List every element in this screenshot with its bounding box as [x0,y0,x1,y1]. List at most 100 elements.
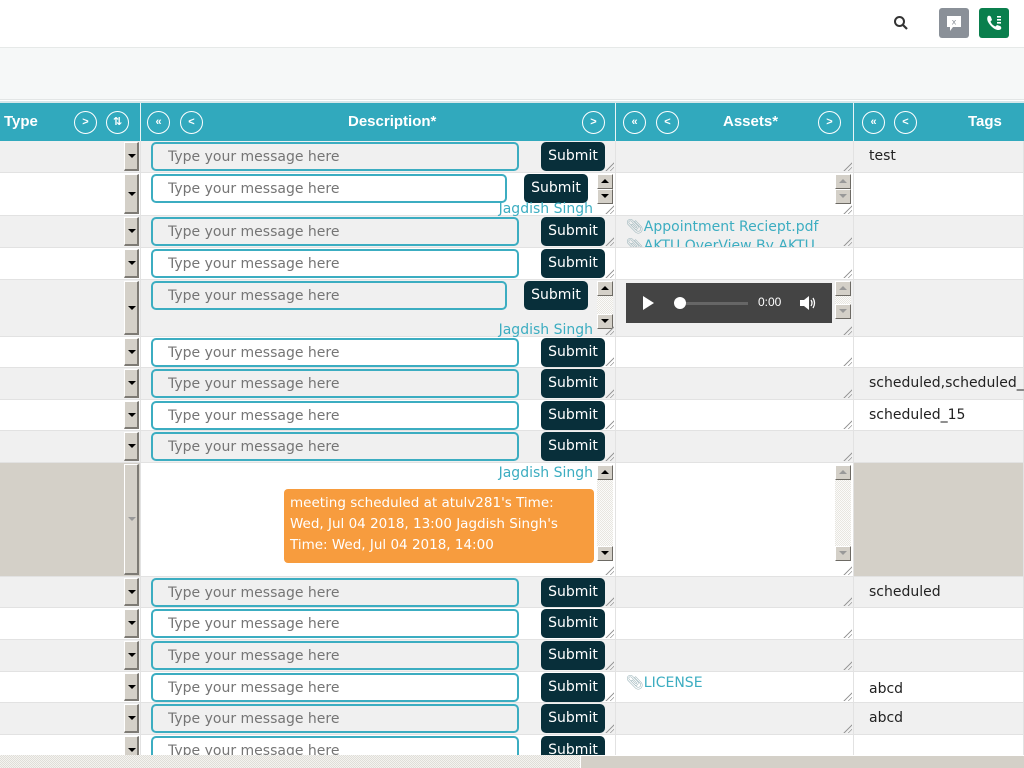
submit-button[interactable]: Submit [541,609,605,638]
resize-handle[interactable] [604,356,614,366]
submit-button[interactable]: Submit [541,401,605,430]
first-column-button[interactable]: « [862,111,885,134]
resize-handle[interactable] [604,268,614,278]
prev-column-button[interactable]: < [656,111,679,134]
scroll-up-button[interactable] [597,174,613,189]
table-row[interactable]: Submit scheduled,scheduled_30 [0,368,1024,400]
type-dropdown[interactable] [124,249,139,278]
resize-handle[interactable] [842,325,852,335]
resize-handle[interactable] [604,419,614,429]
submit-button[interactable]: Submit [524,174,588,203]
submit-button[interactable]: Submit [541,736,605,755]
message-input[interactable] [151,338,519,367]
resize-handle[interactable] [842,236,852,246]
table-row[interactable]: Submit abcd [0,703,1024,735]
submit-button[interactable]: Submit [541,578,605,607]
resize-handle[interactable] [604,388,614,398]
scroll-up-button[interactable] [597,281,613,296]
first-column-button[interactable]: « [623,111,646,134]
resize-handle[interactable] [604,723,614,733]
message-input[interactable] [151,609,519,638]
asset-link[interactable]: 📎︎LICENSE [626,675,703,691]
table-row[interactable]: Submit test [0,141,1024,173]
asset-link[interactable]: 📎︎AKTU OverView By AKTU... [626,238,828,247]
type-dropdown[interactable] [124,174,139,214]
assets-scrollbar[interactable] [835,281,851,319]
submit-button[interactable]: Submit [541,704,605,733]
audio-player[interactable]: 0:00 [626,283,832,323]
type-dropdown[interactable] [124,673,139,701]
type-dropdown[interactable] [124,736,139,755]
resize-handle[interactable] [604,691,614,701]
play-icon[interactable] [642,296,654,310]
resize-handle[interactable] [842,204,852,214]
submit-button[interactable]: Submit [541,338,605,367]
type-dropdown[interactable] [124,464,139,575]
sort-icon[interactable]: ⇅ [106,111,129,134]
scroll-up-button[interactable] [835,281,851,296]
submit-button[interactable]: Submit [541,369,605,398]
resize-handle[interactable] [842,628,852,638]
search-icon[interactable] [892,14,910,32]
message-input[interactable] [151,142,519,171]
asset-link[interactable]: 📎︎Appointment Reciept.pdf [626,219,818,235]
table-row[interactable]: Jagdish Singh meeting scheduled at atulv… [0,463,1024,577]
prev-column-button[interactable]: < [894,111,917,134]
submit-button[interactable]: Submit [541,249,605,278]
resize-handle[interactable] [604,596,614,606]
table-row[interactable]: Submit [0,608,1024,640]
scroll-up-button[interactable] [835,174,851,189]
type-dropdown[interactable] [124,432,139,461]
resize-handle[interactable] [842,723,852,733]
scroll-down-button[interactable] [835,304,851,319]
table-row[interactable]: Submit 📎︎LICENSE abcd [0,672,1024,703]
submit-button[interactable]: Submit [541,142,605,171]
message-input[interactable] [151,736,519,755]
resize-handle[interactable] [604,565,614,575]
table-row[interactable]: Submit [0,431,1024,463]
table-row[interactable]: Submit [0,640,1024,672]
scroll-down-button[interactable] [835,546,851,561]
message-input[interactable] [151,673,519,702]
table-row[interactable]: Submit [0,735,1024,755]
type-dropdown[interactable] [124,217,139,246]
submit-button[interactable]: Submit [541,673,605,702]
type-dropdown[interactable] [124,578,139,606]
table-row[interactable]: Submit scheduled [0,577,1024,608]
resize-handle[interactable] [842,388,852,398]
submit-button[interactable]: Submit [524,281,588,310]
first-column-button[interactable]: « [147,111,170,134]
message-input[interactable] [151,578,519,607]
scroll-down-button[interactable] [835,189,851,204]
table-row[interactable]: Submit [0,248,1024,280]
call-button[interactable] [979,8,1009,38]
description-scrollbar[interactable] [597,174,613,204]
message-input[interactable] [151,249,519,278]
type-dropdown[interactable] [124,401,139,429]
scroll-up-button[interactable] [835,465,851,480]
scroll-down-button[interactable] [597,546,613,561]
type-dropdown[interactable] [124,704,139,733]
type-dropdown[interactable] [124,338,139,366]
description-scrollbar[interactable] [597,281,613,329]
scroll-down-button[interactable] [597,314,613,329]
message-input[interactable] [151,641,519,670]
audio-progress-track[interactable] [682,302,748,305]
resize-handle[interactable] [842,419,852,429]
assets-scrollbar[interactable] [835,174,851,204]
submit-button[interactable]: Submit [541,217,605,246]
next-column-button[interactable]: > [74,111,97,134]
message-input[interactable] [151,369,519,398]
message-input[interactable] [151,174,507,203]
resize-handle[interactable] [842,596,852,606]
resize-handle[interactable] [604,628,614,638]
next-column-button[interactable]: > [818,111,841,134]
type-dropdown[interactable] [124,281,139,335]
table-row[interactable]: Submit 📎︎Appointment Reciept.pdf 📎︎AKTU Ov… [0,216,1024,248]
resize-handle[interactable] [842,565,852,575]
description-scrollbar[interactable] [597,465,613,561]
audio-progress-handle[interactable] [674,297,686,309]
message-input[interactable] [151,704,519,733]
scrollbar-thumb[interactable] [580,755,1024,768]
resize-handle[interactable] [604,161,614,171]
